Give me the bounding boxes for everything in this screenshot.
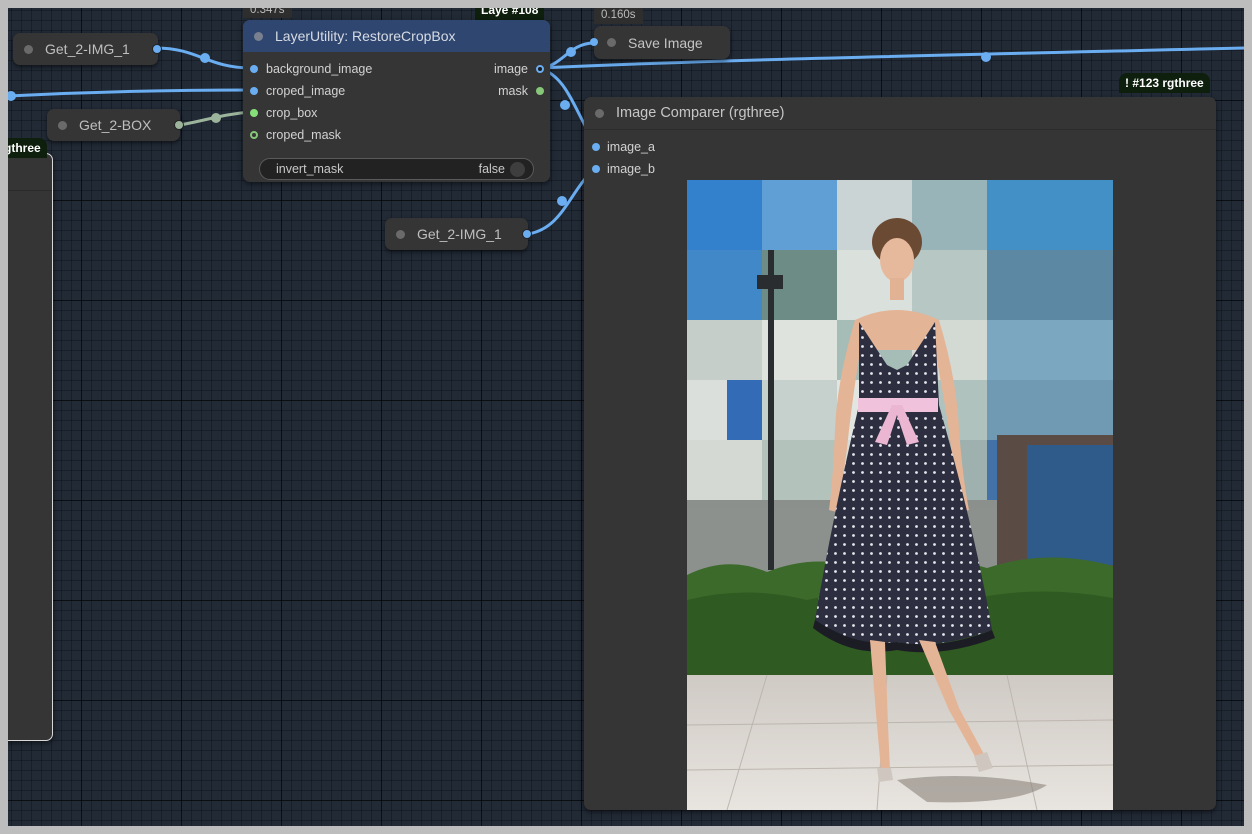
node-canvas[interactable]: gthree Get_2-IMG_1 Get_2-BOX Get_2-IMG_1… [8,8,1244,826]
input-croped-image[interactable]: croped_image [250,84,345,98]
left-node-badge: gthree [8,138,47,158]
badge-prefix: ! [1125,76,1129,90]
get-img-node-bottom[interactable]: Get_2-IMG_1 [385,218,532,250]
output-mask[interactable]: mask [498,84,544,98]
link-box-to-cropbox [178,110,253,127]
invert-mask-toggle[interactable]: invert_mask false [259,158,534,180]
node-title: Image Comparer (rgthree) [616,105,785,121]
node-header[interactable]: LayerUtility: RestoreCropBox [243,20,550,52]
input-port[interactable] [250,131,258,139]
node-title: Save Image [628,34,703,51]
node-label: Get_2-IMG_1 [417,226,502,242]
comparer-preview-image[interactable] [687,180,1113,810]
toggle-label: invert_mask [276,162,344,176]
collapse-dot-icon[interactable] [58,120,67,130]
input-port[interactable] [250,65,258,73]
input-port[interactable] [592,165,600,173]
node-id-badge: ! #123 rgthree [1119,73,1210,93]
execution-time: 0.160s [594,8,643,24]
image-comparer-node[interactable]: Image Comparer (rgthree) image_a image_b [584,97,1216,810]
toggle-knob[interactable] [510,162,525,177]
restore-crop-box-node[interactable]: LayerUtility: RestoreCropBox background_… [243,20,550,182]
input-image-a[interactable]: image_a [592,140,655,154]
badge-prefix: Laye [481,8,509,17]
node-title: LayerUtility: RestoreCropBox [275,28,456,44]
left-partial-node[interactable] [8,153,53,741]
node-label: Get_2-IMG_1 [45,41,130,57]
collapse-dot-icon[interactable] [595,108,604,118]
badge-id: #108 [511,8,539,17]
node-label: Get_2-BOX [79,117,152,133]
collapse-dot-icon[interactable] [254,31,263,41]
collapse-dot-icon[interactable] [607,38,616,47]
toggle-value: false [478,162,505,176]
input-crop-box[interactable]: crop_box [250,106,317,120]
input-croped-mask[interactable]: croped_mask [250,128,341,142]
badge-id: #123 rgthree [1132,76,1204,90]
save-image-node[interactable]: Save Image [590,26,730,59]
link-img-to-background [154,46,253,70]
input-port[interactable] [250,109,258,117]
input-port[interactable] [592,143,600,151]
output-port[interactable] [522,229,532,239]
collapse-dot-icon[interactable] [24,44,33,54]
get-box-node[interactable]: Get_2-BOX [47,109,184,141]
output-port[interactable] [174,120,184,130]
node-id-badge: Laye #108 [475,8,545,20]
output-port[interactable] [536,65,544,73]
input-port[interactable] [250,87,258,95]
get-img-node-top[interactable]: Get_2-IMG_1 [13,33,162,65]
input-image-b[interactable]: image_b [592,162,655,176]
output-port[interactable] [536,87,544,95]
link-to-croped-image [8,88,253,98]
input-port[interactable] [590,38,598,46]
node-header[interactable]: Image Comparer (rgthree) [584,97,1216,130]
input-background-image[interactable]: background_image [250,62,372,76]
output-image[interactable]: image [494,62,544,76]
output-port[interactable] [152,44,162,54]
execution-time: 0.347s [243,8,292,18]
collapse-dot-icon[interactable] [396,229,405,239]
photo-illustration [687,180,1113,810]
left-node-divider [8,190,52,191]
